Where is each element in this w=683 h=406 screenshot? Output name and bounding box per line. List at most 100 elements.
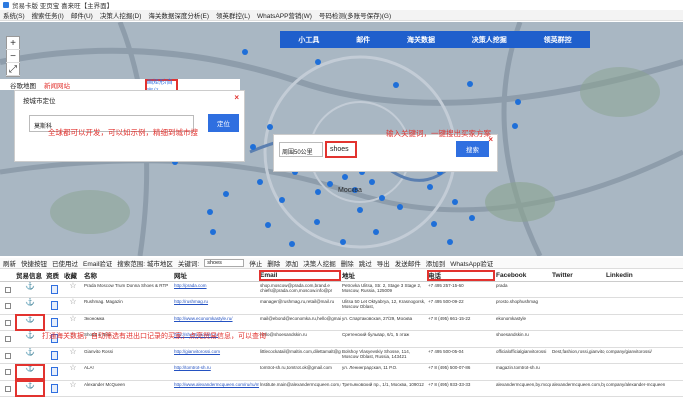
delete-button-2[interactable]: 删除 [341,258,354,268]
doc-icon[interactable] [45,314,63,331]
cell-url[interactable]: http://rushmag.ru [173,297,259,315]
table-row[interactable]: ⚓ ☆ Prada Moscow Trum Donna Shoes & RTP htt… [0,281,683,298]
cell-linkedin [605,281,683,298]
star-icon[interactable]: ☆ [63,297,83,315]
stop-button[interactable]: 停止 [249,258,262,268]
nav-customs[interactable]: 海关数据 [407,35,435,45]
doc-icon[interactable] [45,363,63,381]
table-row[interactable]: ⚓ ☆ Alexander McQueen http://www.alexanderm… [0,380,683,397]
cell-address: Сретенский бульвар, 6/1, 5 этаж [341,330,427,348]
col-email: Email [259,270,341,282]
row-checkbox[interactable] [0,281,15,298]
toolbar-keyword-field[interactable]: shoes [204,259,245,267]
anchor-icon[interactable]: ⚓ [15,314,45,331]
nav-tools[interactable]: 小工具 [298,35,319,45]
delete-button[interactable]: 删除 [267,258,280,268]
skip-button[interactable]: 跳过 [359,258,372,268]
col-trade: 贸易信息 [15,270,45,282]
doc-icon[interactable] [45,347,63,364]
keyword-input[interactable]: shoes [325,141,357,158]
menu-number-check[interactable]: 号码检测(多账号保存)(G) [319,10,391,20]
cell-facebook: magazin.tomtrot-sh.ru [495,363,551,381]
add-button[interactable]: 添加 [285,258,298,268]
email-verify-toggle[interactable]: Email验证 [83,258,112,268]
cell-url[interactable]: http://tomtrot-sh.ru [173,363,259,381]
cell-twitter: alexandermcqueen.com,by.mcqueen.com [551,380,605,397]
cell-name: Prada Moscow Trum Donna Shoes & RTP [83,281,173,298]
zoom-in-button[interactable]: + [6,37,20,50]
cell-url[interactable]: http://www.economkastyle.ru/ [173,314,259,331]
tab-news[interactable]: 新闻网站 [44,80,70,90]
menu-customs[interactable]: 海关数据深度分析(E) [148,10,209,20]
menu-mail[interactable]: 邮件(U) [71,10,93,20]
cell-phone: +7 495 500-09-22 [427,297,495,315]
star-icon[interactable]: ☆ [63,347,83,364]
search-panel: 周围50公里 shoes × 搜索 [273,134,498,172]
add-to-button[interactable]: 添加到 [426,258,446,268]
search-range-select[interactable]: 搜索范围: 城市地区 [117,258,173,268]
whatsapp-verify-button[interactable]: WhatsApp验证 [450,258,493,268]
col-favorite: 收藏 [63,270,83,282]
table-row[interactable]: ⚓ ☆ Rushmag. Magazin http://rushmag.ru manag… [0,297,683,315]
cell-url[interactable]: http://prada.com [173,281,259,298]
map-city-label: Москва [338,187,362,194]
decision-maker-button[interactable]: 决策人挖掘 [303,258,336,268]
send-mail-button[interactable]: 发送邮件 [395,258,421,268]
menu-decision-maker[interactable]: 决策人挖掘(D) [100,10,142,20]
star-icon[interactable]: ☆ [63,363,83,381]
menu-system[interactable]: 系统(S) [3,10,25,20]
doc-icon[interactable] [45,297,63,315]
toolbar: 刷新 快捷按钮 已使用过 Email验证 搜索范围: 城市地区 关键词: sho… [0,258,683,269]
cell-phone: +7 8 (495) 933-33-33 [427,380,495,397]
row-checkbox[interactable] [0,363,15,381]
export-button[interactable]: 导出 [377,258,390,268]
anchor-icon[interactable]: ⚓ [15,347,45,364]
cell-phone: +7 495 500-05-04 [427,347,495,364]
table-row[interactable]: ⚓ ☆ Gianvito Rossi http://gianvitorossi.com… [0,347,683,364]
table-row[interactable]: ⚓ ☆ Экономка http://www.economkastyle.ru/ma… [0,314,683,331]
zoom-out-button[interactable]: − [6,50,20,63]
col-checkbox[interactable] [0,270,15,282]
anchor-icon[interactable]: ⚓ [15,363,45,381]
cell-email: hello@shoesandskin.ru [259,330,341,348]
app-icon [3,2,9,8]
row-checkbox[interactable] [0,314,15,331]
nav-mail[interactable]: 邮件 [356,35,370,45]
col-address: 地址 [341,270,427,282]
radius-select[interactable]: 周围50公里 [279,142,323,157]
locate-label: 按城市定位 [23,98,56,105]
close-icon[interactable]: × [234,93,239,102]
anchor-icon[interactable]: ⚓ [15,380,45,397]
anchor-icon[interactable]: ⚓ [15,330,45,348]
table-row[interactable]: ⚓ ☆ ALA! http://tomtrot-sh.ru tomtrot-sh.ru,… [0,363,683,381]
used-toggle[interactable]: 已使用过 [52,258,78,268]
refresh-button[interactable]: 刷新 [3,258,16,268]
cell-email: shop.moscow@prada.com,brand.e chiefs@pra… [259,281,341,298]
star-icon[interactable]: ☆ [63,281,83,298]
quick-button[interactable]: 快捷按钮 [21,258,47,268]
cell-twitter [551,363,605,381]
row-checkbox[interactable] [0,297,15,315]
fullscreen-button[interactable]: ⤢ [6,63,20,76]
tab-google-map[interactable]: 谷歌地图 [10,80,36,90]
cell-name: Rushmag. Magazin [83,297,173,315]
locate-button[interactable]: 定位 [208,114,239,132]
cell-url[interactable]: http://www.alexandermcqueen.com/ru/ru/me… [173,380,259,397]
search-button[interactable]: 搜索 [456,141,489,157]
anchor-icon[interactable]: ⚓ [15,281,45,298]
menu-linkedin[interactable]: 领英群控(L) [216,10,250,20]
row-checkbox[interactable] [0,347,15,364]
map-view[interactable]: 小工具 邮件 海关数据 决策人挖掘 领英群控 + − ⤢ 谷歌地图 新闻网站 画… [0,22,683,256]
anchor-icon[interactable]: ⚓ [15,297,45,315]
menu-search-task[interactable]: 搜索任务(I) [32,10,64,20]
star-icon[interactable]: ☆ [63,314,83,331]
nav-linkedin[interactable]: 领英群控 [544,35,572,45]
star-icon[interactable]: ☆ [63,380,83,397]
row-checkbox[interactable] [0,380,15,397]
cell-url[interactable]: http://gianvitorossi.com [173,347,259,364]
nav-decision-maker[interactable]: 决策人挖掘 [472,35,507,45]
doc-icon[interactable] [45,281,63,298]
row-checkbox[interactable] [0,330,15,348]
doc-icon[interactable] [45,380,63,397]
menu-whatsapp[interactable]: WhatsAPP营销(W) [257,10,312,20]
